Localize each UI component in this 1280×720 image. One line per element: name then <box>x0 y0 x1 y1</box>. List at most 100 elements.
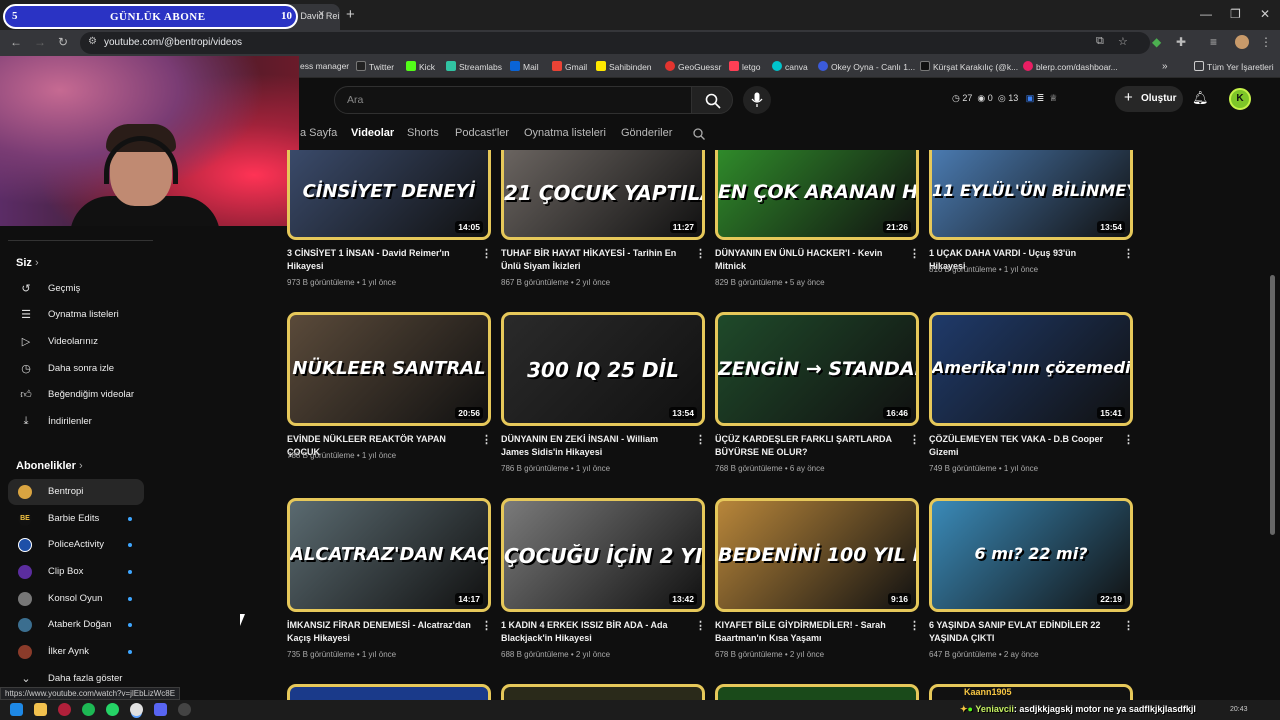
search-button[interactable] <box>691 86 733 114</box>
sidebar-sub-barbie-edits[interactable]: BE Barbie Edits <box>8 506 144 532</box>
video-card[interactable]: CİNSİYET DENEYİ 14:05 3 CİNSİYET 1 İNSAN -… <box>287 150 492 287</box>
sidebar-sub-ataberk-dogan[interactable]: Ataberk Doğan <box>8 612 144 638</box>
sidebar-item-watch-later[interactable]: ◷ Daha sonra izle <box>8 356 144 382</box>
extension-stats[interactable]: ◷ 27 ◉ 0 ◎ 13 ▣ ≣ ♕ <box>952 93 1057 104</box>
video-title[interactable]: 6 YAŞINDA SANIP EVLAT EDİNDİLER 22 YAŞIN… <box>929 619 1115 645</box>
video-thumbnail[interactable]: Amerika'nın çözemediği tek dava 15:41 <box>929 312 1133 426</box>
media-icon[interactable]: ≡ <box>1210 35 1217 49</box>
bookmarks-overflow-icon[interactable]: » <box>1162 61 1168 72</box>
translate-icon[interactable]: ▣ <box>1026 93 1035 103</box>
more-options-icon[interactable]: ⋮ <box>481 619 492 632</box>
video-thumbnail[interactable]: EN ÇOK ARANAN HACKER 21:26 <box>715 150 919 240</box>
sidebar-item-playlists[interactable]: ☰ Oynatma listeleri <box>8 302 144 328</box>
omnibox[interactable]: ⚙ youtube.com/@bentropi/videos ⧉ ☆ <box>80 32 1150 54</box>
sidebar-item-liked[interactable]: 👍︎ Beğendiğim videolar <box>8 382 144 408</box>
sidebar-item-downloads[interactable]: ⤓ İndirilenler <box>8 409 144 435</box>
more-options-icon[interactable]: ⋮ <box>695 247 706 260</box>
tab-videos[interactable]: Videolar <box>351 127 394 139</box>
video-thumbnail[interactable]: 21 ÇOCUK YAPTILAR! 11:27 <box>501 150 705 240</box>
video-thumbnail[interactable]: CİNSİYET DENEYİ 14:05 <box>287 150 491 240</box>
video-card[interactable]: ZENGİN → STANDART → FAKİR 16:46 ÜÇÜZ KARDE… <box>715 312 920 473</box>
discord-icon[interactable] <box>154 703 167 716</box>
file-explorer-icon[interactable] <box>34 703 47 716</box>
voice-search-button[interactable] <box>743 86 771 114</box>
video-title[interactable]: DÜNYANIN EN ZEKİ İNSANI - William James … <box>501 433 687 459</box>
scrollbar-thumb[interactable] <box>1270 275 1275 535</box>
sidebar-sub-ilker-aynk[interactable]: İlker Aynk <box>8 639 144 665</box>
video-title[interactable]: 3 CİNSİYET 1 İNSAN - David Reimer'ın Hik… <box>287 247 473 273</box>
video-thumbnail-peek[interactable] <box>501 684 705 700</box>
video-title[interactable]: TUHAF BİR HAYAT HİKAYESİ - Tarihin En Ün… <box>501 247 687 273</box>
spotify-icon[interactable] <box>82 703 95 716</box>
video-title[interactable]: 1 KADIN 4 ERKEK ISSIZ BİR ADA - Ada Blac… <box>501 619 687 645</box>
video-card[interactable]: EN ÇOK ARANAN HACKER 21:26 DÜNYANIN EN ÜNL… <box>715 150 920 287</box>
account-avatar[interactable]: K <box>1229 88 1251 110</box>
install-icon[interactable]: ⧉ <box>1096 35 1104 48</box>
video-thumbnail-peek[interactable] <box>715 684 919 700</box>
bookmark-star-icon[interactable]: ☆ <box>1118 35 1128 48</box>
start-icon[interactable] <box>10 703 23 716</box>
video-card[interactable]: BEDENİNİ 100 YIL KULLANDILAR! 9:16 KIYAFET… <box>715 498 920 659</box>
bookmark-item[interactable]: Okey Oyna - Canlı 1... <box>818 61 915 72</box>
tab-posts[interactable]: Gönderiler <box>621 127 672 139</box>
bookmark-item[interactable]: Sahibinden <box>596 61 652 72</box>
sidebar-item-history[interactable]: ↺ Geçmiş <box>8 276 144 302</box>
video-card[interactable]: ÇOCUĞU İÇİN 2 YIL? 13:42 1 KADIN 4 ERKEK I… <box>501 498 706 659</box>
video-thumbnail-peek[interactable] <box>287 684 491 700</box>
back-icon[interactable]: ← <box>10 35 22 49</box>
sidebar-sub-clip-box[interactable]: Clip Box <box>8 559 144 585</box>
close-window-icon[interactable]: ✕ <box>1260 7 1270 21</box>
forward-icon[interactable]: → <box>34 35 46 49</box>
extension-shield-icon[interactable]: ◆ <box>1152 35 1161 49</box>
video-card[interactable]: 21 ÇOCUK YAPTILAR! 11:27 TUHAF BİR HAYAT H… <box>501 150 706 287</box>
bookmark-item[interactable]: Kürşat Karakılıç (@k... <box>920 61 1018 72</box>
video-thumbnail[interactable]: 300 IQ 25 DİL 13:54 <box>501 312 705 426</box>
restore-icon[interactable]: ❐ <box>1230 7 1241 21</box>
video-title[interactable]: İMKANSIZ FİRAR DENEMESİ - Alcatraz'dan K… <box>287 619 473 645</box>
video-thumbnail[interactable]: ÇOCUĞU İÇİN 2 YIL? 13:42 <box>501 498 705 612</box>
bookmark-item[interactable]: Gmail <box>552 61 587 72</box>
tab-shorts[interactable]: Shorts <box>407 127 439 139</box>
more-options-icon[interactable]: ⋮ <box>481 433 492 446</box>
tab-home[interactable]: a Sayfa <box>300 127 337 139</box>
video-card[interactable]: Amerika'nın çözemediği tek dava 15:41 ÇÖZÜ… <box>929 312 1134 473</box>
more-options-icon[interactable]: ⋮ <box>909 433 920 446</box>
bookmark-item[interactable]: Streamlabs <box>446 61 502 72</box>
bookmark-item[interactable]: Kick <box>406 61 435 72</box>
channel-search-icon[interactable] <box>693 128 705 140</box>
bookmark-item[interactable]: Mail <box>510 61 539 72</box>
trophy-icon[interactable]: ♕ <box>1049 93 1057 103</box>
sidebar-you-header[interactable]: Siz › <box>16 257 39 269</box>
tab-playlists[interactable]: Oynatma listeleri <box>524 127 606 139</box>
extensions-icon[interactable]: ✚ <box>1176 35 1186 49</box>
search-input[interactable]: Ara <box>347 94 363 106</box>
all-bookmarks[interactable]: Tüm Yer İşaretleri <box>1194 61 1274 72</box>
video-thumbnail-peek[interactable]: Kaann1905 <box>929 684 1133 700</box>
new-tab-icon[interactable]: + <box>346 6 355 23</box>
whatsapp-icon[interactable] <box>106 703 119 716</box>
video-card[interactable]: 300 IQ 25 DİL 13:54 DÜNYANIN EN ZEKİ İNSAN… <box>501 312 706 473</box>
video-card[interactable]: ALCATRAZ'DAN KAÇMAK MÜMKÜN MÜ? 14:17 İMKAN… <box>287 498 492 659</box>
bookmark-item[interactable]: Twitter <box>356 61 394 72</box>
video-card[interactable]: 11 EYLÜL'ÜN BİLİNMEYEN DETAYI13:541 UÇAK… <box>929 150 1134 287</box>
obs-icon[interactable] <box>178 703 191 716</box>
sidebar-sub-konsol-oyun[interactable]: Konsol Oyun <box>8 586 144 612</box>
video-thumbnail[interactable]: ALCATRAZ'DAN KAÇMAK MÜMKÜN MÜ? 14:17 <box>287 498 491 612</box>
bookmark-item[interactable]: ess manager <box>300 61 349 71</box>
list-icon[interactable]: ≣ <box>1037 93 1045 103</box>
sidebar-subscriptions-header[interactable]: Abonelikler › <box>16 460 83 472</box>
more-options-icon[interactable]: ⋮ <box>695 433 706 446</box>
site-info-icon[interactable]: ⚙ <box>88 36 97 47</box>
tab-close-icon[interactable]: × <box>318 8 324 20</box>
more-options-icon[interactable]: ⋮ <box>1123 433 1134 446</box>
video-thumbnail[interactable]: BEDENİNİ 100 YIL KULLANDILAR! 9:16 <box>715 498 919 612</box>
bookmark-item[interactable]: canva <box>772 61 808 72</box>
minimize-icon[interactable]: — <box>1200 7 1212 21</box>
more-options-icon[interactable]: ⋮ <box>909 619 920 632</box>
bookmark-item[interactable]: letgo <box>729 61 760 72</box>
more-options-icon[interactable]: ⋮ <box>1123 247 1134 260</box>
bookmark-item[interactable]: blerp.com/dashboar... <box>1023 61 1118 72</box>
chrome-menu-icon[interactable]: ⋮ <box>1260 35 1272 49</box>
video-thumbnail[interactable]: ZENGİN → STANDART → FAKİR 16:46 <box>715 312 919 426</box>
video-thumbnail[interactable]: 11 EYLÜL'ÜN BİLİNMEYEN DETAYI 13:54 <box>929 150 1133 240</box>
